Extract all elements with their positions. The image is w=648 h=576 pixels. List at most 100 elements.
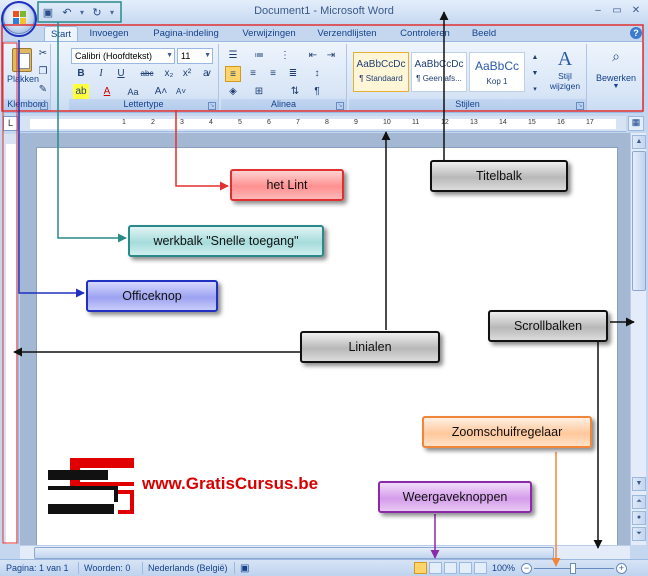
group-klembord: Plakken ✂ ❐ ✎ Klembord ↘	[3, 44, 51, 112]
clear-format-icon[interactable]: ꜹ	[199, 66, 215, 82]
styles-more-icon[interactable]: ▾	[527, 82, 543, 98]
subscript-icon[interactable]: x₂	[161, 66, 177, 82]
stijlen-launcher-icon[interactable]: ↘	[576, 102, 584, 110]
ruler-tick-label: 16	[557, 119, 565, 126]
lettertype-launcher-icon[interactable]: ↘	[208, 102, 216, 110]
numbering-icon[interactable]: ≔	[251, 48, 267, 64]
sort-icon[interactable]: ⇅	[287, 84, 303, 100]
zoom-slider-thumb[interactable]	[570, 563, 576, 574]
full-screen-reading-view-icon[interactable]	[429, 562, 442, 574]
horizontal-ruler[interactable]: 1 2 3 4 5 6 7 8 9 10 11 12 13 14 15 16 17	[20, 116, 626, 132]
shrink-font-icon[interactable]: A˅	[173, 84, 189, 100]
format-painter-icon[interactable]: ✎	[35, 82, 51, 98]
callout-scrollbalken: Scrollbalken	[488, 310, 608, 342]
chevron-down-icon: ▼	[612, 83, 620, 90]
logo-text: www.GratisCursus.be	[142, 474, 319, 493]
styles-scroll-down-icon[interactable]: ▼	[527, 66, 543, 82]
scroll-down-icon[interactable]: ▼	[632, 477, 646, 491]
shading-icon[interactable]: ◈	[225, 84, 241, 100]
close-icon[interactable]: ✕	[628, 3, 644, 18]
align-center-icon[interactable]: ≡	[245, 66, 261, 82]
align-right-icon[interactable]: ≡	[265, 66, 281, 82]
ruler-tick-label: 3	[180, 119, 184, 126]
ruler-tick-label: 6	[267, 119, 271, 126]
superscript-icon[interactable]: x²	[179, 66, 195, 82]
group-alinea: ☰ ≔ ⋮ ⇤ ⇥ ≡ ≡ ≡ ≣ ↕ ◈ ⊞ ⇅ ¶ Alinea ↘	[221, 44, 347, 112]
copy-icon[interactable]: ❐	[35, 64, 51, 80]
web-layout-view-icon[interactable]	[444, 562, 457, 574]
styles-scroll-up-icon[interactable]: ▲	[527, 50, 543, 66]
paste-button[interactable]: Plakken	[7, 48, 39, 84]
increase-indent-icon[interactable]: ⇥	[323, 48, 339, 64]
vertical-ruler[interactable]	[3, 134, 19, 544]
clipboard-icon	[12, 48, 32, 72]
multilevel-list-icon[interactable]: ⋮	[277, 48, 293, 64]
outline-view-icon[interactable]	[459, 562, 472, 574]
decrease-indent-icon[interactable]: ⇤	[305, 48, 321, 64]
zoom-level[interactable]: 100%	[492, 563, 515, 573]
horizontal-scroll-thumb[interactable]	[34, 547, 554, 559]
macro-record-icon[interactable]: ▣	[240, 563, 249, 574]
language-indicator[interactable]: Nederlands (België)	[148, 563, 228, 573]
ruler-tick-label: 10	[383, 119, 391, 126]
highlight-icon[interactable]: ab	[73, 84, 89, 100]
klembord-launcher-icon[interactable]: ↘	[40, 102, 48, 110]
style-kop-1[interactable]: AaBbCc Kop 1	[469, 52, 525, 92]
tab-invoegen[interactable]: Invoegen	[84, 26, 134, 42]
tab-start[interactable]: Start	[44, 26, 78, 42]
show-marks-icon[interactable]: ¶	[309, 84, 325, 100]
vertical-scrollbar[interactable]: ▲ ▼ ⏶ ● ⏷	[630, 133, 646, 545]
horizontal-scrollbar[interactable]	[20, 545, 630, 559]
office-button[interactable]	[3, 2, 35, 34]
change-case-icon[interactable]: Aa	[125, 84, 141, 100]
borders-icon[interactable]: ⊞	[251, 84, 267, 100]
justify-icon[interactable]: ≣	[285, 66, 301, 82]
grow-font-icon[interactable]: A˄	[153, 84, 169, 100]
alinea-launcher-icon[interactable]: ↘	[336, 102, 344, 110]
underline-icon[interactable]: U	[113, 66, 129, 82]
word-count[interactable]: Woorden: 0	[84, 563, 130, 573]
font-size-combo[interactable]: 11 ▼	[177, 48, 213, 64]
minimize-icon[interactable]: ‒	[590, 3, 606, 18]
italic-icon[interactable]: I	[93, 66, 109, 82]
ruler-tick-label: 12	[441, 119, 449, 126]
zoom-in-icon[interactable]: +	[616, 563, 627, 574]
tab-beeld[interactable]: Beeld	[466, 26, 502, 42]
style-standaard[interactable]: AaBbCcDc ¶ Standaard	[353, 52, 409, 92]
office-logo-icon	[13, 11, 27, 25]
window-title: Document1 - Microsoft Word	[254, 5, 394, 17]
bewerken-button[interactable]: ⌕ Bewerken ▼	[593, 48, 639, 90]
group-lettertype: Calibri (Hoofdtekst) ▼ 11 ▼ B I U abc x₂…	[69, 44, 219, 112]
change-styles-button[interactable]: A Stijl wijzigen	[545, 48, 585, 91]
strikethrough-icon[interactable]: abc	[139, 66, 155, 82]
next-page-icon[interactable]: ⏷	[632, 527, 646, 541]
align-left-icon[interactable]: ≡	[225, 66, 241, 82]
vertical-scroll-thumb[interactable]	[632, 151, 646, 291]
tab-controleren[interactable]: Controleren	[394, 26, 456, 42]
bold-icon[interactable]: B	[73, 66, 89, 82]
tab-pagina-indeling[interactable]: Pagina-indeling	[146, 26, 226, 42]
page-count[interactable]: Pagina: 1 van 1	[6, 563, 69, 573]
zoom-out-icon[interactable]: −	[521, 563, 532, 574]
tab-selector-button[interactable]: L	[3, 116, 18, 131]
group-label-stijlen: Stijlen	[349, 99, 586, 111]
scroll-up-icon[interactable]: ▲	[632, 135, 646, 149]
tab-verzendlijsten[interactable]: Verzendlijsten	[314, 26, 380, 42]
view-ruler-icon[interactable]: ▦	[628, 116, 644, 131]
select-browse-object-icon[interactable]: ●	[632, 511, 646, 525]
bullets-icon[interactable]: ☰	[225, 48, 241, 64]
previous-page-icon[interactable]: ⏶	[632, 495, 646, 509]
callout-officeknop: Officeknop	[86, 280, 218, 312]
help-icon[interactable]: ?	[630, 27, 642, 39]
tab-verwijzingen[interactable]: Verwijzingen	[236, 26, 302, 42]
draft-view-icon[interactable]	[474, 562, 487, 574]
font-name-combo[interactable]: Calibri (Hoofdtekst) ▼	[71, 48, 175, 64]
font-color-icon[interactable]: A	[99, 84, 115, 100]
chevron-down-icon: ▼	[166, 52, 173, 59]
style-sample: AaBbCcDc	[356, 59, 406, 70]
maximize-icon[interactable]: ▭	[609, 3, 625, 18]
print-layout-view-icon[interactable]	[414, 562, 427, 574]
line-spacing-icon[interactable]: ↕	[309, 66, 325, 82]
style-geen-afstand[interactable]: AaBbCcDc ¶ Geen afs...	[411, 52, 467, 92]
cut-icon[interactable]: ✂	[35, 46, 51, 62]
